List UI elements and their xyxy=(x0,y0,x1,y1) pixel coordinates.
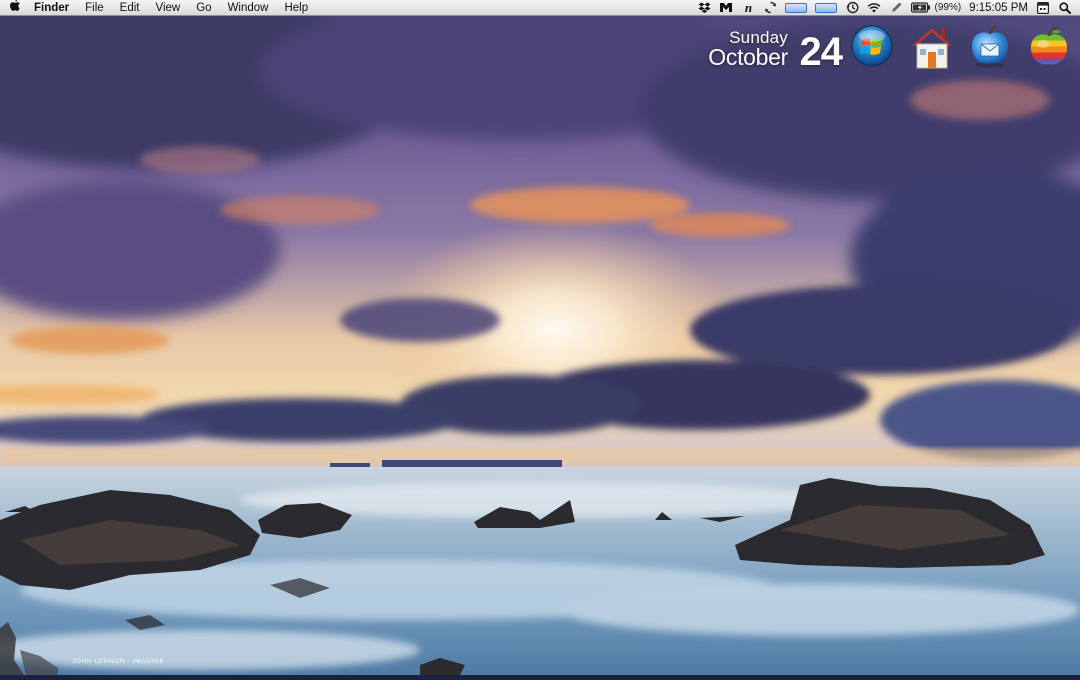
desktop-wallpaper xyxy=(0,0,1080,675)
menu-go[interactable]: Go xyxy=(188,0,219,16)
menu-bar: Finder File Edit View Go Window Help n (… xyxy=(0,0,1080,16)
menu-bar-left: Finder File Edit View Go Window Help xyxy=(0,0,316,16)
pen-icon[interactable] xyxy=(889,1,903,15)
menu-file[interactable]: File xyxy=(77,0,112,16)
wifi-icon[interactable] xyxy=(867,1,881,15)
time-machine-icon[interactable] xyxy=(845,1,859,15)
windows-orb-icon[interactable] xyxy=(850,24,893,70)
corner-widget xyxy=(0,620,58,675)
mail-notifier-icon[interactable] xyxy=(719,1,733,15)
apple-logo-icon[interactable] xyxy=(0,0,30,16)
menu-view[interactable]: View xyxy=(148,0,189,16)
menu-window[interactable]: Window xyxy=(220,0,277,16)
battery-status[interactable]: (99%) xyxy=(911,2,961,13)
calendar-icon[interactable] xyxy=(1036,1,1050,15)
dropbox-icon[interactable] xyxy=(697,1,711,15)
memory-meter-icon[interactable] xyxy=(815,2,838,13)
date-widget: Sunday October 24 xyxy=(684,26,844,74)
date-widget-day: 24 xyxy=(799,30,843,74)
menu-edit[interactable]: Edit xyxy=(112,0,148,16)
menu-bar-status-area: n (99%) 9:15:05 PM xyxy=(697,0,1080,16)
cpu-meter-icon[interactable] xyxy=(785,2,808,13)
battery-percent: (99%) xyxy=(934,2,962,13)
menu-bar-clock[interactable]: 9:15:05 PM xyxy=(969,2,1028,14)
mail-icon[interactable] xyxy=(968,24,1010,70)
battery-icon xyxy=(911,2,931,13)
spotlight-search-icon[interactable] xyxy=(1058,1,1072,15)
home-folder-icon[interactable] xyxy=(910,24,952,70)
notational-icon[interactable]: n xyxy=(741,1,755,15)
date-widget-month: October xyxy=(708,44,788,70)
apple-fruit-icon[interactable] xyxy=(1027,24,1069,70)
menu-help[interactable]: Help xyxy=(276,0,316,16)
menu-finder[interactable]: Finder xyxy=(30,0,77,16)
wallpaper-watermark: JOHN LENNON · IMAGINE xyxy=(72,658,165,665)
sync-icon[interactable] xyxy=(763,1,777,15)
